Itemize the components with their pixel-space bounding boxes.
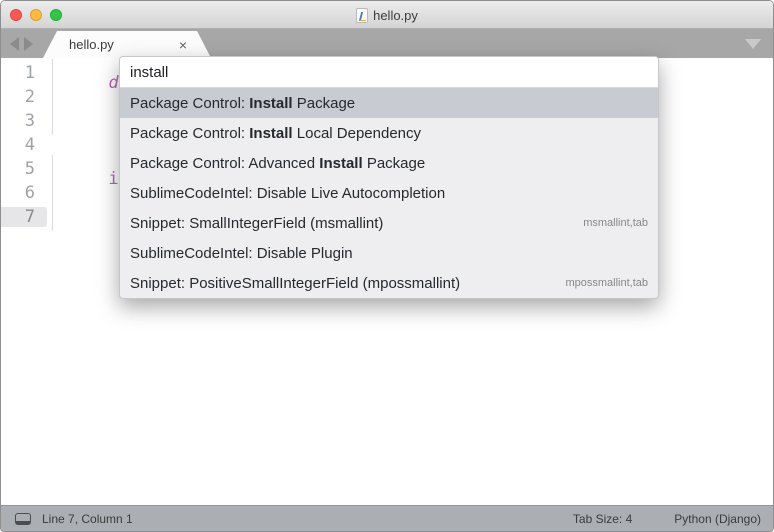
palette-item-label: Package Control: Advanced Install Packag…: [130, 155, 648, 172]
syntax-indicator[interactable]: Python (Django): [674, 512, 761, 526]
cursor-position: Line 7, Column 1: [42, 512, 133, 526]
palette-item[interactable]: SublimeCodeIntel: Disable Plugin: [120, 238, 658, 268]
palette-item-hint: msmallint,tab: [583, 217, 648, 229]
title-bar[interactable]: hello.py: [1, 1, 773, 29]
window-title-area: hello.py: [1, 1, 773, 29]
line-number: 3: [1, 111, 47, 131]
line-number: 1: [1, 63, 47, 83]
traffic-lights: [10, 9, 62, 21]
status-right: Tab Size: 4 Python (Django): [573, 512, 773, 526]
show-panel-icon[interactable]: [15, 513, 31, 525]
close-window-button[interactable]: [10, 9, 22, 21]
palette-item-label: Package Control: Install Package: [130, 95, 648, 112]
next-tab-arrow-icon[interactable]: [24, 37, 33, 51]
prev-tab-arrow-icon[interactable]: [10, 37, 19, 51]
palette-item-label: Package Control: Install Local Dependenc…: [130, 125, 648, 142]
command-palette: Package Control: Install Package Package…: [119, 56, 659, 299]
line-number: 6: [1, 183, 47, 203]
palette-item[interactable]: Snippet: SmallIntegerField (msmallint) m…: [120, 208, 658, 238]
palette-item-label: Snippet: SmallIntegerField (msmallint): [130, 215, 571, 232]
palette-item[interactable]: Package Control: Install Package: [120, 88, 658, 118]
line-number: 7: [1, 207, 47, 227]
palette-item[interactable]: Package Control: Advanced Install Packag…: [120, 148, 658, 178]
line-number: 5: [1, 159, 47, 179]
palette-input-row: [120, 57, 658, 88]
status-left: Line 7, Column 1: [1, 512, 133, 526]
minimize-window-button[interactable]: [30, 9, 42, 21]
palette-search-input[interactable]: [120, 57, 658, 87]
palette-item-label: SublimeCodeIntel: Disable Live Autocompl…: [130, 185, 648, 202]
tab-nav-arrows: [10, 37, 33, 51]
status-bar: Line 7, Column 1 Tab Size: 4 Python (Dja…: [1, 505, 773, 531]
zoom-window-button[interactable]: [50, 9, 62, 21]
sublime-text-window: hello.py hello.py × 1 def h 2 3: [0, 0, 774, 532]
palette-item[interactable]: Package Control: Install Local Dependenc…: [120, 118, 658, 148]
line-number: 2: [1, 87, 47, 107]
palette-item-hint: mpossmallint,tab: [565, 277, 648, 289]
palette-item-label: SublimeCodeIntel: Disable Plugin: [130, 245, 648, 262]
line-number: 4: [1, 135, 47, 155]
palette-results-list: Package Control: Install Package Package…: [120, 88, 658, 298]
palette-item[interactable]: Snippet: PositiveSmallIntegerField (mpos…: [120, 268, 658, 298]
palette-item-label: Snippet: PositiveSmallIntegerField (mpos…: [130, 275, 553, 292]
tab-size-indicator[interactable]: Tab Size: 4: [573, 512, 632, 526]
palette-item[interactable]: SublimeCodeIntel: Disable Live Autocompl…: [120, 178, 658, 208]
window-title: hello.py: [373, 8, 418, 23]
file-proxy-icon: [356, 8, 368, 23]
